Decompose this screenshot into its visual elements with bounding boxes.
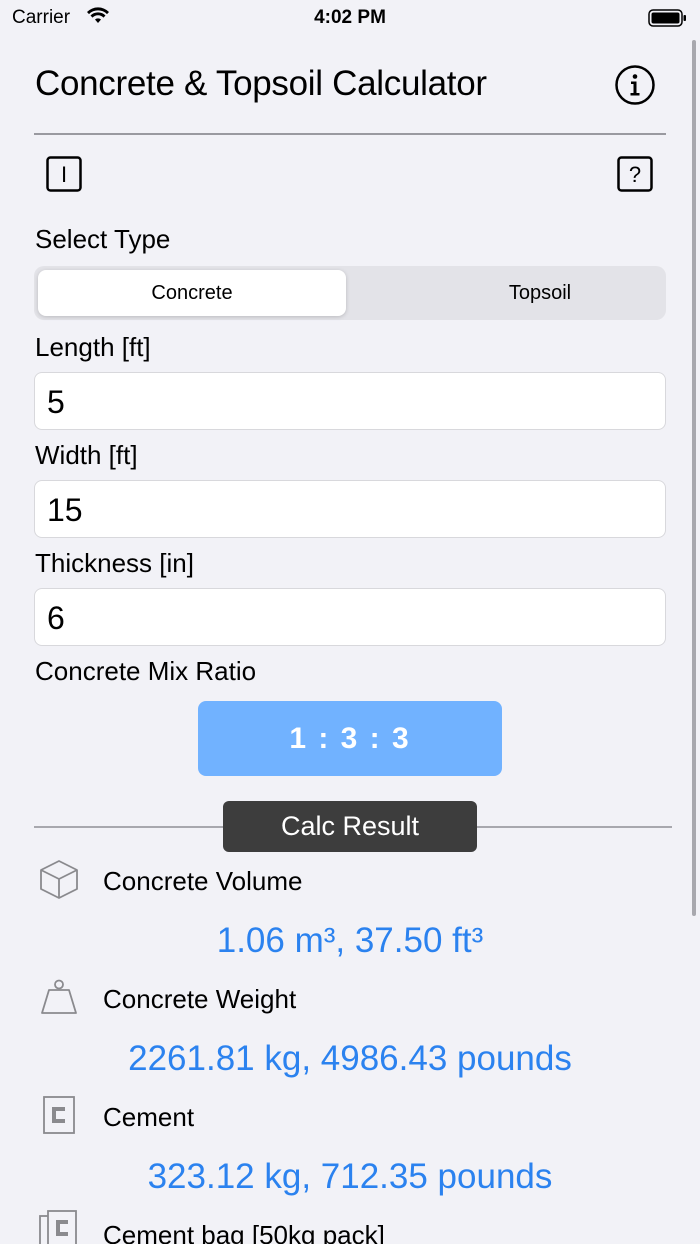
scrollbar[interactable] — [692, 40, 696, 916]
input-mode-button[interactable]: I — [46, 156, 82, 192]
mix-ratio-button[interactable]: 1 : 3 : 3 — [198, 701, 502, 776]
cube-icon — [38, 858, 80, 905]
cement-value: 323.12 kg, 712.35 pounds — [147, 1157, 553, 1196]
calc-result-heading: Calc Result — [223, 801, 477, 852]
concrete-weight-label: Concrete Weight — [103, 984, 297, 1014]
thickness-label: Thickness [in] — [35, 548, 194, 578]
page-title: Concrete & Topsoil Calculator — [35, 64, 487, 103]
concrete-volume-value: 1.06 m³, 37.50 ft³ — [216, 921, 484, 960]
type-segmented-control: Concrete Topsoil — [34, 266, 666, 320]
concrete-weight-value: 2261.81 kg, 4986.43 pounds — [128, 1039, 572, 1078]
help-glyph: ? — [629, 162, 641, 187]
clock: 4:02 PM — [314, 7, 386, 28]
width-label: Width [ft] — [35, 440, 138, 470]
mix-ratio-label: Concrete Mix Ratio — [35, 656, 257, 686]
select-type-label: Select Type — [35, 224, 171, 254]
info-icon[interactable] — [614, 64, 656, 106]
header-divider — [34, 133, 666, 135]
cement-bag-label: Cement bag [50kg pack] — [103, 1220, 385, 1244]
segment-topsoil[interactable]: Topsoil — [386, 270, 694, 316]
thickness-field[interactable]: 6 — [34, 588, 666, 646]
length-label: Length [ft] — [35, 332, 151, 362]
weight-icon — [38, 978, 80, 1021]
segment-concrete[interactable]: Concrete — [38, 270, 346, 316]
cement-icon — [38, 1094, 80, 1141]
concrete-volume-label: Concrete Volume — [103, 866, 303, 896]
width-field[interactable]: 15 — [34, 480, 666, 538]
length-field[interactable]: 5 — [34, 372, 666, 430]
help-button[interactable]: ? — [617, 156, 653, 192]
battery-icon — [648, 9, 688, 32]
cement-bags-icon — [38, 1208, 80, 1244]
input-mode-glyph: I — [61, 162, 67, 187]
cement-label: Cement — [103, 1102, 195, 1132]
status-bar: Carrier 4:02 PM — [0, 0, 700, 36]
